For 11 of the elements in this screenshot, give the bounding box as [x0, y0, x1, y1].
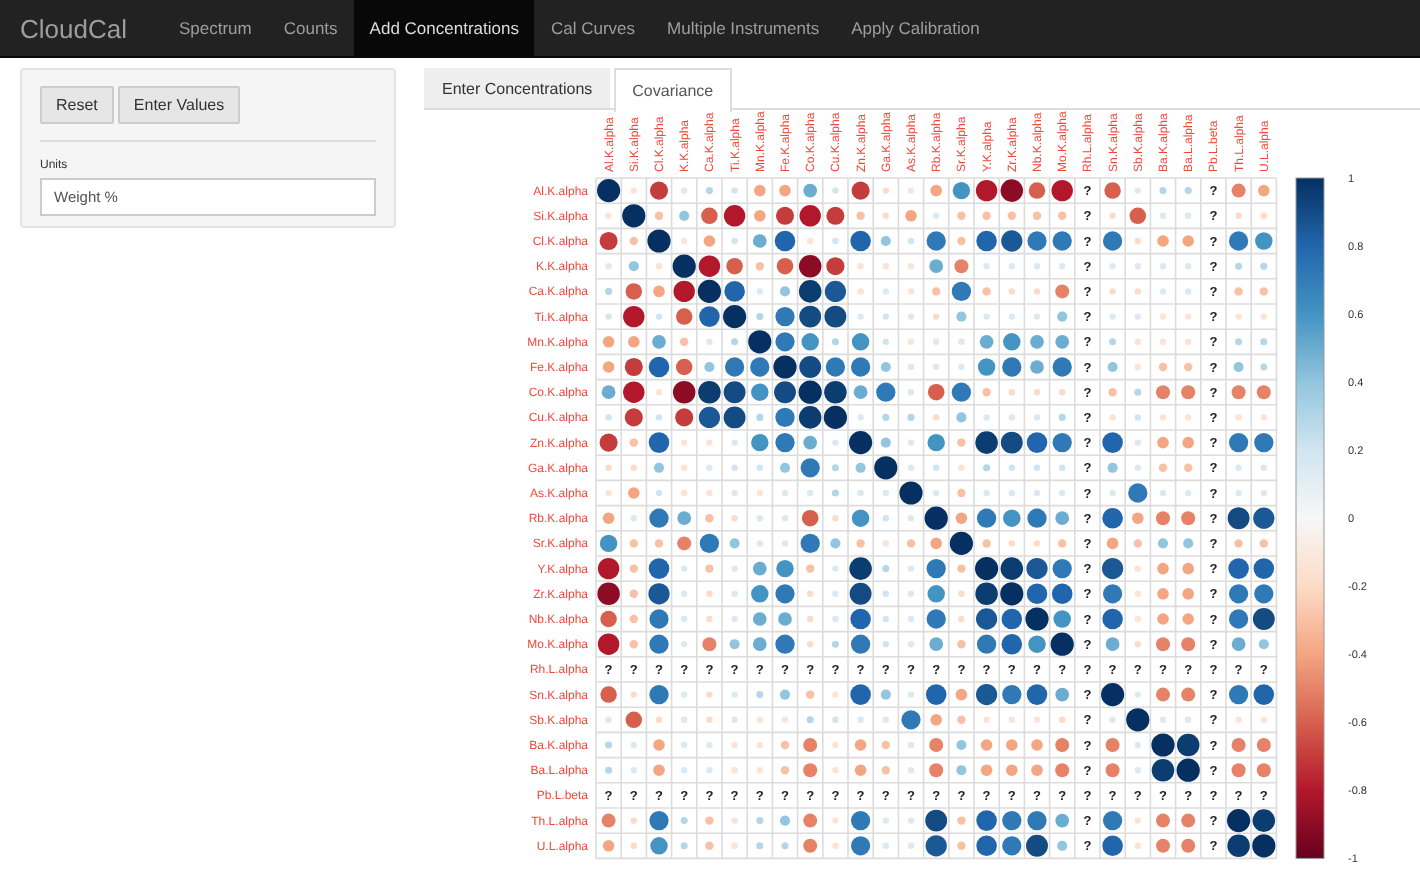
nav-tab[interactable]: Counts: [267, 0, 354, 56]
nav-tab[interactable]: Cal Curves: [534, 0, 652, 56]
nav-tab[interactable]: Add Concentrations: [353, 0, 535, 56]
action-button[interactable]: Reset: [40, 86, 114, 124]
tab[interactable]: Covariance: [614, 68, 732, 112]
tab[interactable]: Enter Concentrations: [424, 68, 611, 108]
nav-tab[interactable]: Multiple Instruments: [651, 0, 836, 56]
action-button[interactable]: Enter Values: [117, 86, 241, 124]
nav-tab[interactable]: Spectrum: [162, 0, 268, 56]
nav-tab[interactable]: Apply Calibration: [835, 0, 996, 56]
brand-name[interactable]: CloudCal: [20, 0, 163, 56]
